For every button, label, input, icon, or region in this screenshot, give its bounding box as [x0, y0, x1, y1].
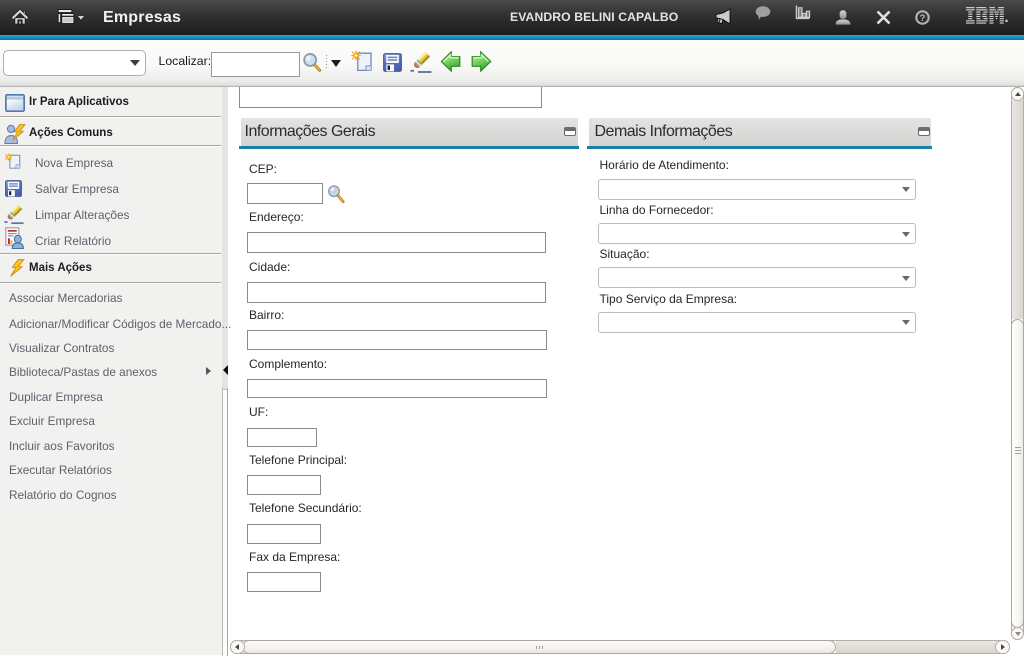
- svg-text:?: ?: [920, 13, 926, 24]
